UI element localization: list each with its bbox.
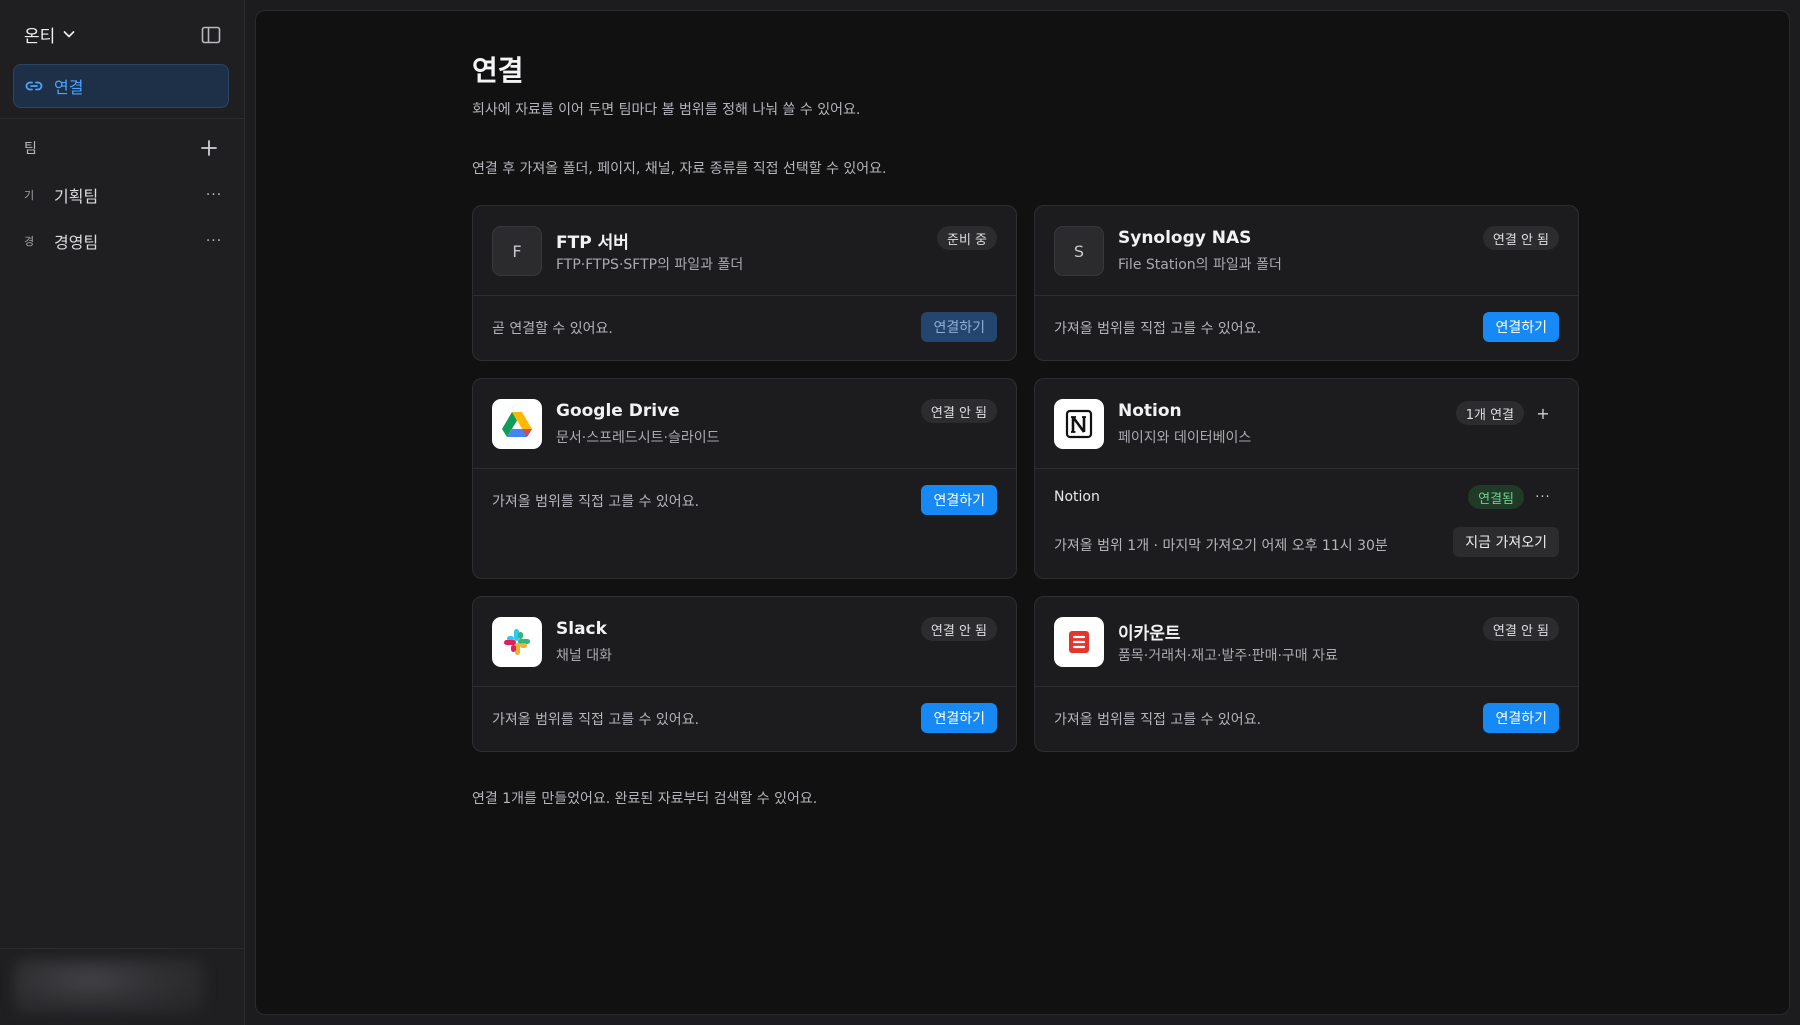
connector-description: 문서·스프레드시트·슬라이드 [556,430,720,446]
chevron-down-icon [63,31,75,38]
page-description: 회사에 자료를 이어 두면 팀마다 볼 범위를 정해 나눠 쓸 수 있어요. [472,102,861,118]
connector-description: File Station의 파일과 폴더 [1118,257,1282,273]
sidebar-item-team-planning[interactable]: 기 기획팀 ··· [24,180,224,210]
notion-icon [1054,399,1104,449]
synology-icon: S [1054,226,1104,276]
connector-name: Slack [556,619,607,639]
page-title: 연결 [472,54,524,87]
sidebar: 온티 연결 팀 기 기획팀 ··· 경 경영팀 ··· [0,0,245,1025]
main-panel: 연결 회사에 자료를 이어 두면 팀마다 볼 범위를 정해 나눠 쓸 수 있어요… [255,10,1790,1015]
add-connection-icon[interactable]: + [1530,400,1556,426]
sidebar-item-team-management[interactable]: 경 경영팀 ··· [24,226,224,256]
connector-hint: 가져올 범위를 직접 고를 수 있어요. [492,712,700,728]
status-badge: 연결 안 됨 [1482,617,1559,641]
connector-card-ecount: 이카운트 품목·거래처·재고·발주·판매·구매 자료 연결 안 됨 가져올 범위… [1034,596,1579,752]
team-name: 기획팀 [54,187,99,206]
connector-hint: 가져올 범위를 직접 고를 수 있어요. [492,494,700,510]
connector-description: 품목·거래처·재고·발주·판매·구매 자료 [1118,648,1338,664]
connector-card-notion: Notion 페이지와 데이터베이스 1개 연결 + Notion 연결됨 ··… [1034,378,1579,579]
connected-status-badge: 연결됨 [1468,485,1524,509]
connect-button[interactable]: 연결하기 [1483,703,1559,733]
team-initial: 기 [24,189,35,202]
sync-now-button[interactable]: 지금 가져오기 [1453,527,1559,557]
link-icon [25,81,43,91]
sidebar-item-label: 연결 [54,78,84,97]
workspace-name: 온티 [24,26,56,47]
connector-hint: 가져올 범위를 직접 고를 수 있어요. [1054,712,1262,728]
connect-button[interactable]: 연결하기 [921,312,997,342]
connector-hint: 곧 연결할 수 있어요. [492,321,613,337]
ftp-icon: F [492,226,542,276]
add-team-icon[interactable] [199,138,219,158]
status-badge: 연결 안 됨 [920,399,997,423]
google-drive-icon [492,399,542,449]
connect-button[interactable]: 연결하기 [921,703,997,733]
ecount-icon [1054,617,1104,667]
workspace-switcher[interactable]: 온티 [24,22,77,47]
connector-name: Synology NAS [1118,228,1252,248]
connector-name: FTP 서버 [556,233,629,253]
connection-name: Notion [1054,489,1100,505]
more-icon[interactable]: ··· [204,187,224,203]
connector-card-synology: S Synology NAS File Station의 파일과 폴더 연결 안… [1034,205,1579,361]
team-section-label: 팀 [24,141,37,157]
connector-name: Notion [1118,401,1182,421]
connector-card-google-drive: Google Drive 문서·스프레드시트·슬라이드 연결 안 됨 가져올 범… [472,378,1017,579]
connector-card-ftp: F FTP 서버 FTP·FTPS·SFTP의 파일과 폴더 준비 중 곧 연결… [472,205,1017,361]
connector-description: FTP·FTPS·SFTP의 파일과 폴더 [556,257,744,273]
more-icon[interactable]: ··· [204,233,224,249]
connection-count-badge: 1개 연결 [1455,401,1524,425]
connection-detail: 가져올 범위 1개 · 마지막 가져오기 어제 오후 11시 30분 [1054,538,1388,554]
connect-button[interactable]: 연결하기 [1483,312,1559,342]
slack-icon [492,617,542,667]
connector-description: 페이지와 데이터베이스 [1118,430,1252,446]
team-initial: 경 [24,235,35,248]
connector-name: Google Drive [556,401,680,421]
more-icon[interactable]: ··· [1530,484,1556,510]
connector-card-slack: Slack 채널 대화 연결 안 됨 가져올 범위를 직접 고를 수 있어요. … [472,596,1017,752]
connector-description: 채널 대화 [556,648,612,664]
status-badge: 연결 안 됨 [1482,226,1559,250]
connector-name: 이카운트 [1118,624,1181,644]
status-badge: 준비 중 [936,226,997,250]
sidebar-toggle-icon[interactable] [200,24,222,46]
status-badge: 연결 안 됨 [920,617,997,641]
sidebar-divider [0,118,245,119]
page-footer-status: 연결 1개를 만들었어요. 완료된 자료부터 검색할 수 있어요. [472,791,818,807]
page-note: 연결 후 가져올 폴더, 페이지, 채널, 자료 종류를 직접 선택할 수 있어… [472,161,887,177]
sidebar-divider [0,948,245,949]
connect-button[interactable]: 연결하기 [921,485,997,515]
sidebar-item-connections[interactable]: 연결 [13,64,229,108]
connector-hint: 가져올 범위를 직접 고를 수 있어요. [1054,321,1262,337]
team-name: 경영팀 [54,233,99,252]
user-profile[interactable] [14,958,204,1014]
